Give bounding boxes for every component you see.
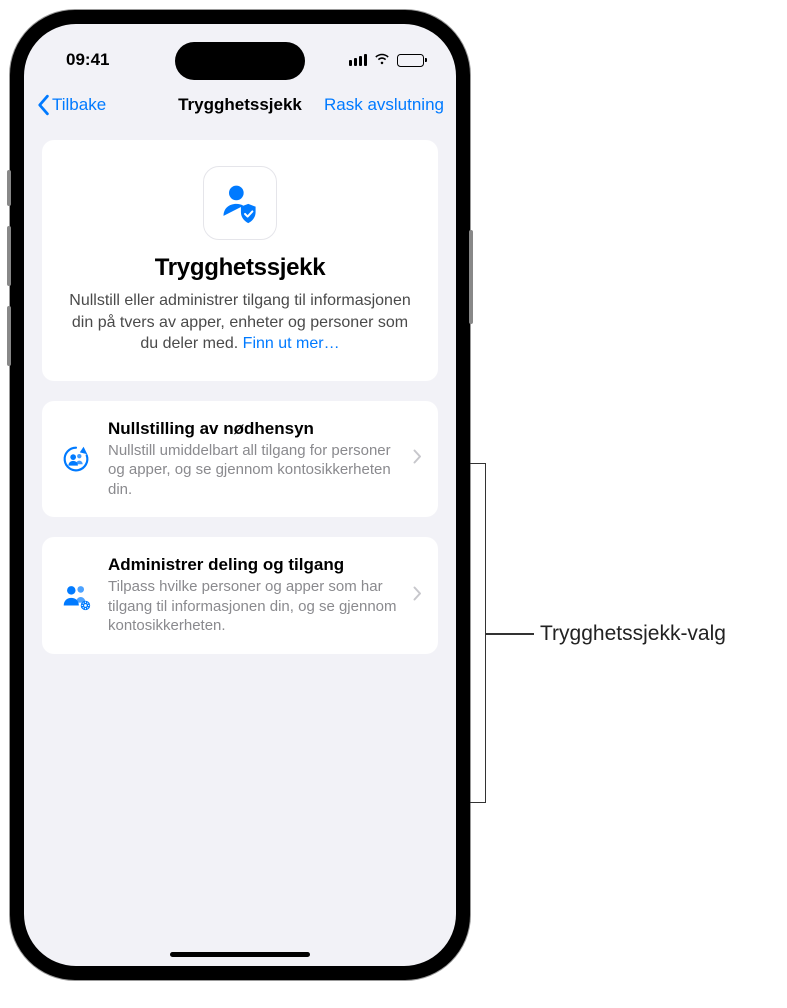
chevron-right-icon (413, 586, 422, 606)
option-description: Tilpass hvilke personer og apper som har… (108, 577, 399, 636)
safety-check-icon (203, 166, 277, 240)
option-title: Administrer deling og tilgang (108, 555, 399, 575)
emergency-reset-icon (58, 441, 94, 477)
cellular-icon (349, 54, 368, 66)
wifi-icon (373, 50, 391, 70)
emergency-reset-option[interactable]: Nullstilling av nødhensyn Nullstill umid… (42, 401, 438, 518)
hero-card: Trygghetssjekk Nullstill eller administr… (42, 140, 438, 381)
chevron-left-icon (36, 94, 50, 116)
iphone-frame: 09:41 Tilbake Trygghetssjekk Rask avslut… (10, 10, 470, 980)
screen: 09:41 Tilbake Trygghetssjekk Rask avslut… (24, 24, 456, 966)
back-label: Tilbake (52, 95, 106, 115)
battery-icon (397, 54, 424, 67)
hero-title: Trygghetssjekk (64, 254, 416, 282)
quick-exit-button[interactable]: Rask avslutning (324, 95, 444, 115)
nav-title: Trygghetssjekk (178, 95, 302, 115)
content: Trygghetssjekk Nullstill eller administr… (24, 128, 456, 686)
learn-more-link[interactable]: Finn ut mer… (243, 335, 340, 352)
manage-sharing-icon (58, 578, 94, 614)
callout-label: Trygghetssjekk-valg (540, 622, 726, 646)
home-indicator[interactable] (170, 952, 310, 957)
nav-bar: Tilbake Trygghetssjekk Rask avslutning (24, 82, 456, 128)
option-title: Nullstilling av nødhensyn (108, 419, 399, 439)
hero-description: Nullstill eller administrer tilgang til … (64, 290, 416, 355)
dynamic-island (175, 42, 305, 80)
status-indicators (349, 50, 425, 70)
manage-sharing-option[interactable]: Administrer deling og tilgang Tilpass hv… (42, 537, 438, 654)
status-time: 09:41 (66, 50, 109, 70)
option-description: Nullstill umiddelbart all tilgang for pe… (108, 441, 399, 500)
back-button[interactable]: Tilbake (36, 94, 106, 116)
chevron-right-icon (413, 449, 422, 469)
